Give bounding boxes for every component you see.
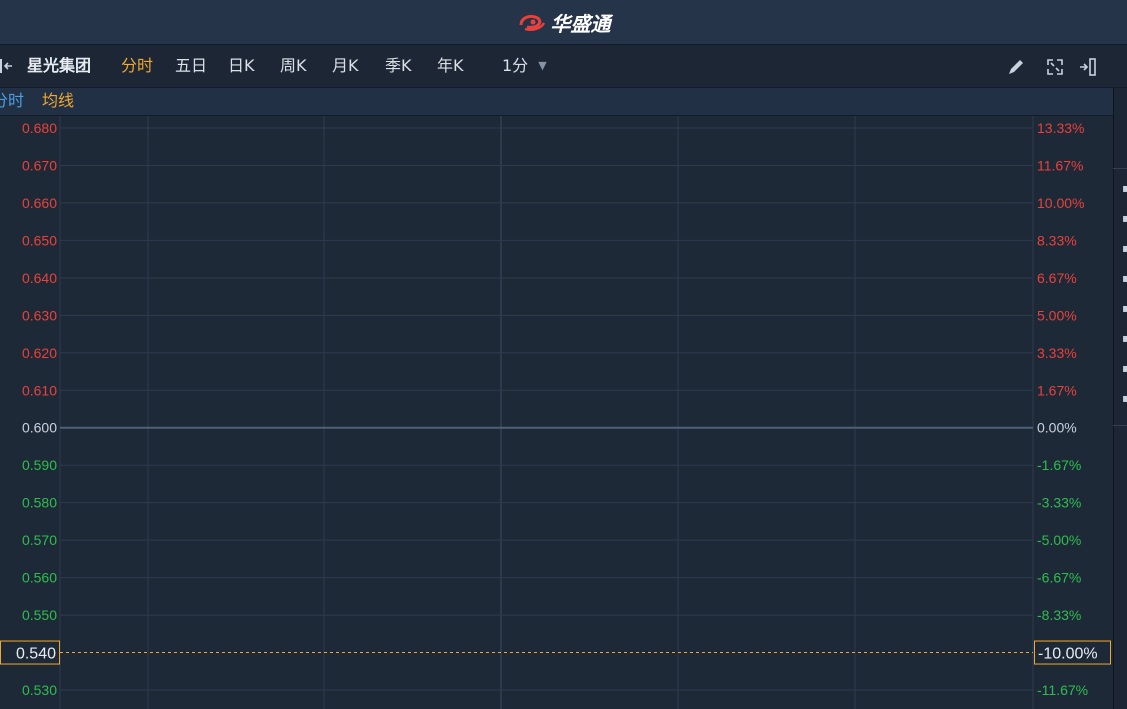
y-tick-percent-label: 0.00% xyxy=(1037,420,1077,436)
tab-quarter-k[interactable]: 季K xyxy=(385,55,412,77)
y-tick-percent-label: -11.67% xyxy=(1037,682,1088,698)
y-tick-percent-label: 1.67% xyxy=(1037,382,1077,398)
app-title: 华盛通 xyxy=(550,11,611,36)
crosshair-percent-label: -10.00% xyxy=(1038,646,1098,663)
chart-crosshair: 0.540 -10.00% xyxy=(0,640,1111,665)
y-tick-price-label: 0.660 xyxy=(22,195,57,211)
y-tick-percent-label: -6.67% xyxy=(1037,570,1081,586)
y-tick-percent-label: 5.00% xyxy=(1037,307,1077,323)
tab-week-k[interactable]: 周K xyxy=(280,55,307,77)
side-panel-glyph: ▪ xyxy=(1122,362,1127,374)
y-tick-price-label: 0.670 xyxy=(22,157,57,173)
stock-name: 星光集团 xyxy=(27,56,92,75)
chart-toolbar: 星光集团 分时 五日 日K 周K 月K 季K 年K 1分 ▼ xyxy=(0,45,1127,88)
intraday-chart[interactable]: 0.680 13.33% 0.670 11.67% 0.660 10.00% 0.650 8.… xyxy=(0,116,1113,709)
y-tick-price-label: 0.620 xyxy=(22,345,57,361)
side-panel-glyph: ▪ xyxy=(1122,392,1127,404)
y-tick-price-label: 0.680 xyxy=(22,120,57,136)
exit-panel-icon[interactable] xyxy=(1078,57,1098,77)
y-tick-percent-label: -1.67% xyxy=(1037,457,1081,473)
y-tick-price-label: 0.530 xyxy=(22,682,57,698)
y-tick-percent-label: -3.33% xyxy=(1037,495,1081,511)
y-tick-percent-label: 10.00% xyxy=(1037,195,1084,211)
y-tick-percent-label: 6.67% xyxy=(1037,270,1077,286)
y-tick-price-label: 0.640 xyxy=(22,270,57,286)
brand-logo-icon xyxy=(519,14,545,31)
y-tick-percent-label: -5.00% xyxy=(1037,532,1081,548)
y-tick-percent-label: -8.33% xyxy=(1037,607,1081,623)
chevron-down-icon: ▼ xyxy=(538,59,547,72)
side-panel-glyph: ▪ xyxy=(1122,302,1127,314)
y-tick-price-label: 0.650 xyxy=(22,232,57,248)
side-panel-glyph: ▪ xyxy=(1122,182,1127,194)
brand: 华盛通 xyxy=(517,8,611,37)
side-panel-divider xyxy=(1113,425,1127,426)
y-tick-percent-label: 3.33% xyxy=(1037,345,1077,361)
side-panel-divider xyxy=(1113,168,1127,169)
side-panel-glyph: ▪ xyxy=(1122,332,1127,344)
indicator-fenshi[interactable]: 分时 xyxy=(0,91,24,111)
chart-axis-labels: 0.680 13.33% 0.670 11.67% 0.660 10.00% 0.650 8.… xyxy=(22,120,1088,698)
y-tick-price-label: 0.610 xyxy=(22,382,57,398)
tab-month-k[interactable]: 月K xyxy=(332,55,359,77)
tab-day-k[interactable]: 日K xyxy=(228,55,255,77)
y-tick-percent-label: 11.67% xyxy=(1037,157,1083,173)
period-select[interactable]: 1分 ▼ xyxy=(502,55,547,77)
y-tick-price-label: 0.570 xyxy=(22,532,57,548)
crosshair-price-label: 0.540 xyxy=(16,646,56,663)
y-tick-price-label: 0.550 xyxy=(22,607,57,623)
side-panel-glyph: ▪ xyxy=(1122,242,1127,254)
pencil-icon[interactable] xyxy=(1006,57,1026,77)
indicator-bar: 分时 均线 xyxy=(0,88,1113,116)
period-value: 1分 xyxy=(502,56,529,75)
tab-five-day[interactable]: 五日 xyxy=(175,55,207,77)
y-tick-price-label: 0.590 xyxy=(22,457,57,473)
tab-year-k[interactable]: 年K xyxy=(437,55,464,77)
indicator-ma[interactable]: 均线 xyxy=(42,91,74,111)
side-panel-glyph: ▪ xyxy=(1122,212,1127,224)
y-tick-price-label: 0.580 xyxy=(22,495,57,511)
y-tick-price-label: 0.630 xyxy=(22,307,57,323)
collapse-left-icon[interactable] xyxy=(0,55,14,77)
chart-grid xyxy=(59,116,1034,709)
y-tick-percent-label: 13.33% xyxy=(1037,120,1084,136)
side-panel-glyph: ▪ xyxy=(1122,272,1127,284)
title-bar: 华盛通 xyxy=(0,0,1127,45)
fullscreen-icon[interactable] xyxy=(1045,57,1065,77)
tab-fenshi[interactable]: 分时 xyxy=(121,55,153,77)
y-tick-percent-label: 8.33% xyxy=(1037,232,1077,248)
y-tick-price-label: 0.600 xyxy=(22,420,57,436)
y-tick-price-label: 0.560 xyxy=(22,570,57,586)
